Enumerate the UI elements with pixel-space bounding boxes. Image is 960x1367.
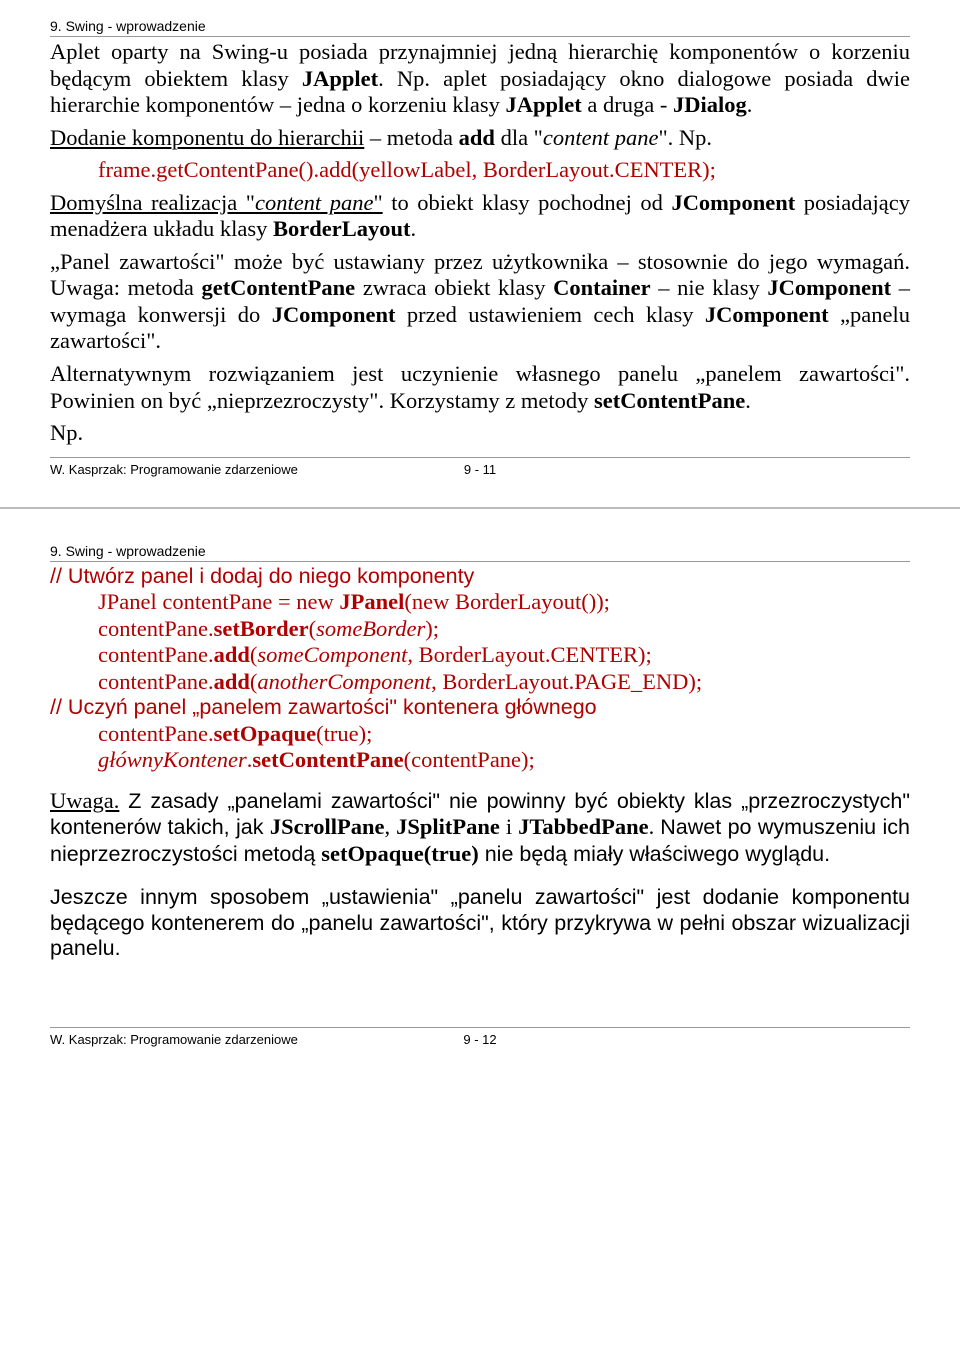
- page-1: 9. Swing - wprowadzenie Aplet oparty na …: [0, 0, 960, 507]
- footer-author: W. Kasprzak: Programowanie zdarzeniowe: [50, 1032, 298, 1047]
- class-name: JComponent: [272, 302, 396, 327]
- text: nie będą miały właściwego wyglądu.: [479, 842, 830, 866]
- code-line: JPanel contentPane = new JPanel(new Bord…: [50, 589, 910, 616]
- footer-spacer: [906, 462, 910, 477]
- link-text: Domyślna realizacja ": [50, 190, 255, 215]
- header-rule: [50, 561, 910, 562]
- class-name: JTabbedPane: [518, 814, 648, 839]
- text: ". Np.: [658, 125, 712, 150]
- text: zwraca obiekt klasy: [355, 275, 553, 300]
- text: JPanel contentPane = new: [98, 589, 339, 614]
- text: – metoda: [364, 125, 458, 150]
- text: contentPane.: [98, 669, 214, 694]
- class-name: JComponent: [767, 275, 891, 300]
- text: .: [649, 814, 661, 839]
- code-comment: // Uczyń panel „panelem zawartości" kont…: [50, 695, 910, 720]
- page-number: 9 - 12: [463, 1032, 496, 1047]
- link-text: ": [373, 190, 382, 215]
- text: i: [500, 814, 518, 839]
- text: a druga -: [582, 92, 673, 117]
- text: (: [309, 616, 317, 641]
- paragraph-another-way: Jeszcze innym sposobem „ustawienia" „pan…: [50, 885, 910, 961]
- text: .: [411, 216, 417, 241]
- paragraph-add-component: Dodanie komponentu do hierarchii – metod…: [50, 125, 910, 152]
- text: , BorderLayout.PAGE_END);: [431, 669, 702, 694]
- class-name: JApplet: [302, 66, 378, 91]
- link-text-italic: content pane: [255, 190, 374, 215]
- text: , BorderLayout.CENTER);: [407, 642, 651, 667]
- term: content pane: [543, 125, 659, 150]
- text: Alternatywnym rozwiązaniem jest uczynien…: [50, 361, 910, 413]
- code-line: frame.getContentPane().add(yellowLabel, …: [50, 157, 910, 184]
- link-text: Dodanie komponentu do hierarchii: [50, 125, 364, 150]
- paragraph-applet: Aplet oparty na Swing-u posiada przynajm…: [50, 39, 910, 119]
- chapter-header: 9. Swing - wprowadzenie: [50, 543, 910, 559]
- method-name: setOpaque(true): [321, 841, 478, 866]
- param: someComponent: [257, 642, 407, 667]
- page-footer: W. Kasprzak: Programowanie zdarzeniowe 9…: [50, 462, 910, 477]
- param: anotherComponent: [257, 669, 431, 694]
- code-line: głównyKontener.setContentPane(contentPan…: [50, 747, 910, 774]
- text: .: [745, 388, 751, 413]
- class-name: JScrollPane: [270, 814, 385, 839]
- text: – nie klasy: [651, 275, 768, 300]
- page-number: 9 - 11: [464, 462, 496, 477]
- paragraph-alternative: Alternatywnym rozwiązaniem jest uczynien…: [50, 361, 910, 414]
- link-text: Uwaga.: [50, 788, 119, 813]
- text: ,: [384, 814, 396, 839]
- method-name: setContentPane: [252, 747, 403, 772]
- footer-spacer: [906, 1032, 910, 1047]
- class-name: JSplitPane: [396, 814, 500, 839]
- text: (true);: [316, 721, 372, 746]
- param: głównyKontener: [98, 747, 247, 772]
- text: .: [747, 92, 753, 117]
- paragraph-default-realization: Domyślna realizacja "content pane" to ob…: [50, 190, 910, 243]
- page-footer: W. Kasprzak: Programowanie zdarzeniowe 9…: [50, 1032, 910, 1047]
- header-rule: [50, 36, 910, 37]
- footer-rule: [50, 457, 910, 458]
- paragraph-panel-content: „Panel zawartości" może być ustawiany pr…: [50, 249, 910, 355]
- paragraph-np: Np.: [50, 420, 910, 447]
- method-name: setOpaque: [214, 721, 317, 746]
- method-name: setBorder: [214, 616, 309, 641]
- page-body: Aplet oparty na Swing-u posiada przynajm…: [50, 39, 910, 447]
- text: dla ": [495, 125, 543, 150]
- text: to obiekt klasy pochodnej od: [383, 190, 672, 215]
- text: contentPane.: [98, 642, 214, 667]
- page-body: // Utwórz panel i dodaj do niego kompone…: [50, 564, 910, 962]
- class-name: BorderLayout: [273, 216, 411, 241]
- text: (contentPane);: [404, 747, 535, 772]
- footer-rule: [50, 1027, 910, 1028]
- class-name: JComponent: [705, 302, 829, 327]
- text: contentPane.: [98, 616, 214, 641]
- chapter-header: 9. Swing - wprowadzenie: [50, 18, 910, 34]
- class-name: Container: [553, 275, 651, 300]
- method-name: add: [459, 125, 495, 150]
- method-name: add: [214, 669, 250, 694]
- text: (new BorderLayout());: [404, 589, 610, 614]
- footer-author: W. Kasprzak: Programowanie zdarzeniowe: [50, 462, 298, 477]
- method-name: getContentPane: [201, 275, 355, 300]
- class-name: JDialog: [673, 92, 747, 117]
- text: przed ustawieniem cech klasy: [395, 302, 704, 327]
- class-name: JApplet: [505, 92, 581, 117]
- class-name: JPanel: [339, 589, 404, 614]
- paragraph-uwaga: Uwaga. Z zasady „panelami zawartości" ni…: [50, 788, 910, 868]
- method-name: add: [214, 642, 250, 667]
- param: someBorder: [316, 616, 425, 641]
- text: contentPane.: [98, 721, 214, 746]
- code-line: contentPane.add(anotherComponent, Border…: [50, 669, 910, 696]
- text: );: [425, 616, 439, 641]
- class-name: JComponent: [671, 190, 795, 215]
- code-line: contentPane.add(someComponent, BorderLay…: [50, 642, 910, 669]
- method-name: setContentPane: [594, 388, 745, 413]
- code-line: contentPane.setBorder(someBorder);: [50, 616, 910, 643]
- code-comment: // Utwórz panel i dodaj do niego kompone…: [50, 564, 910, 589]
- code-line: contentPane.setOpaque(true);: [50, 721, 910, 748]
- page-2: 9. Swing - wprowadzenie // Utwórz panel …: [0, 509, 960, 1078]
